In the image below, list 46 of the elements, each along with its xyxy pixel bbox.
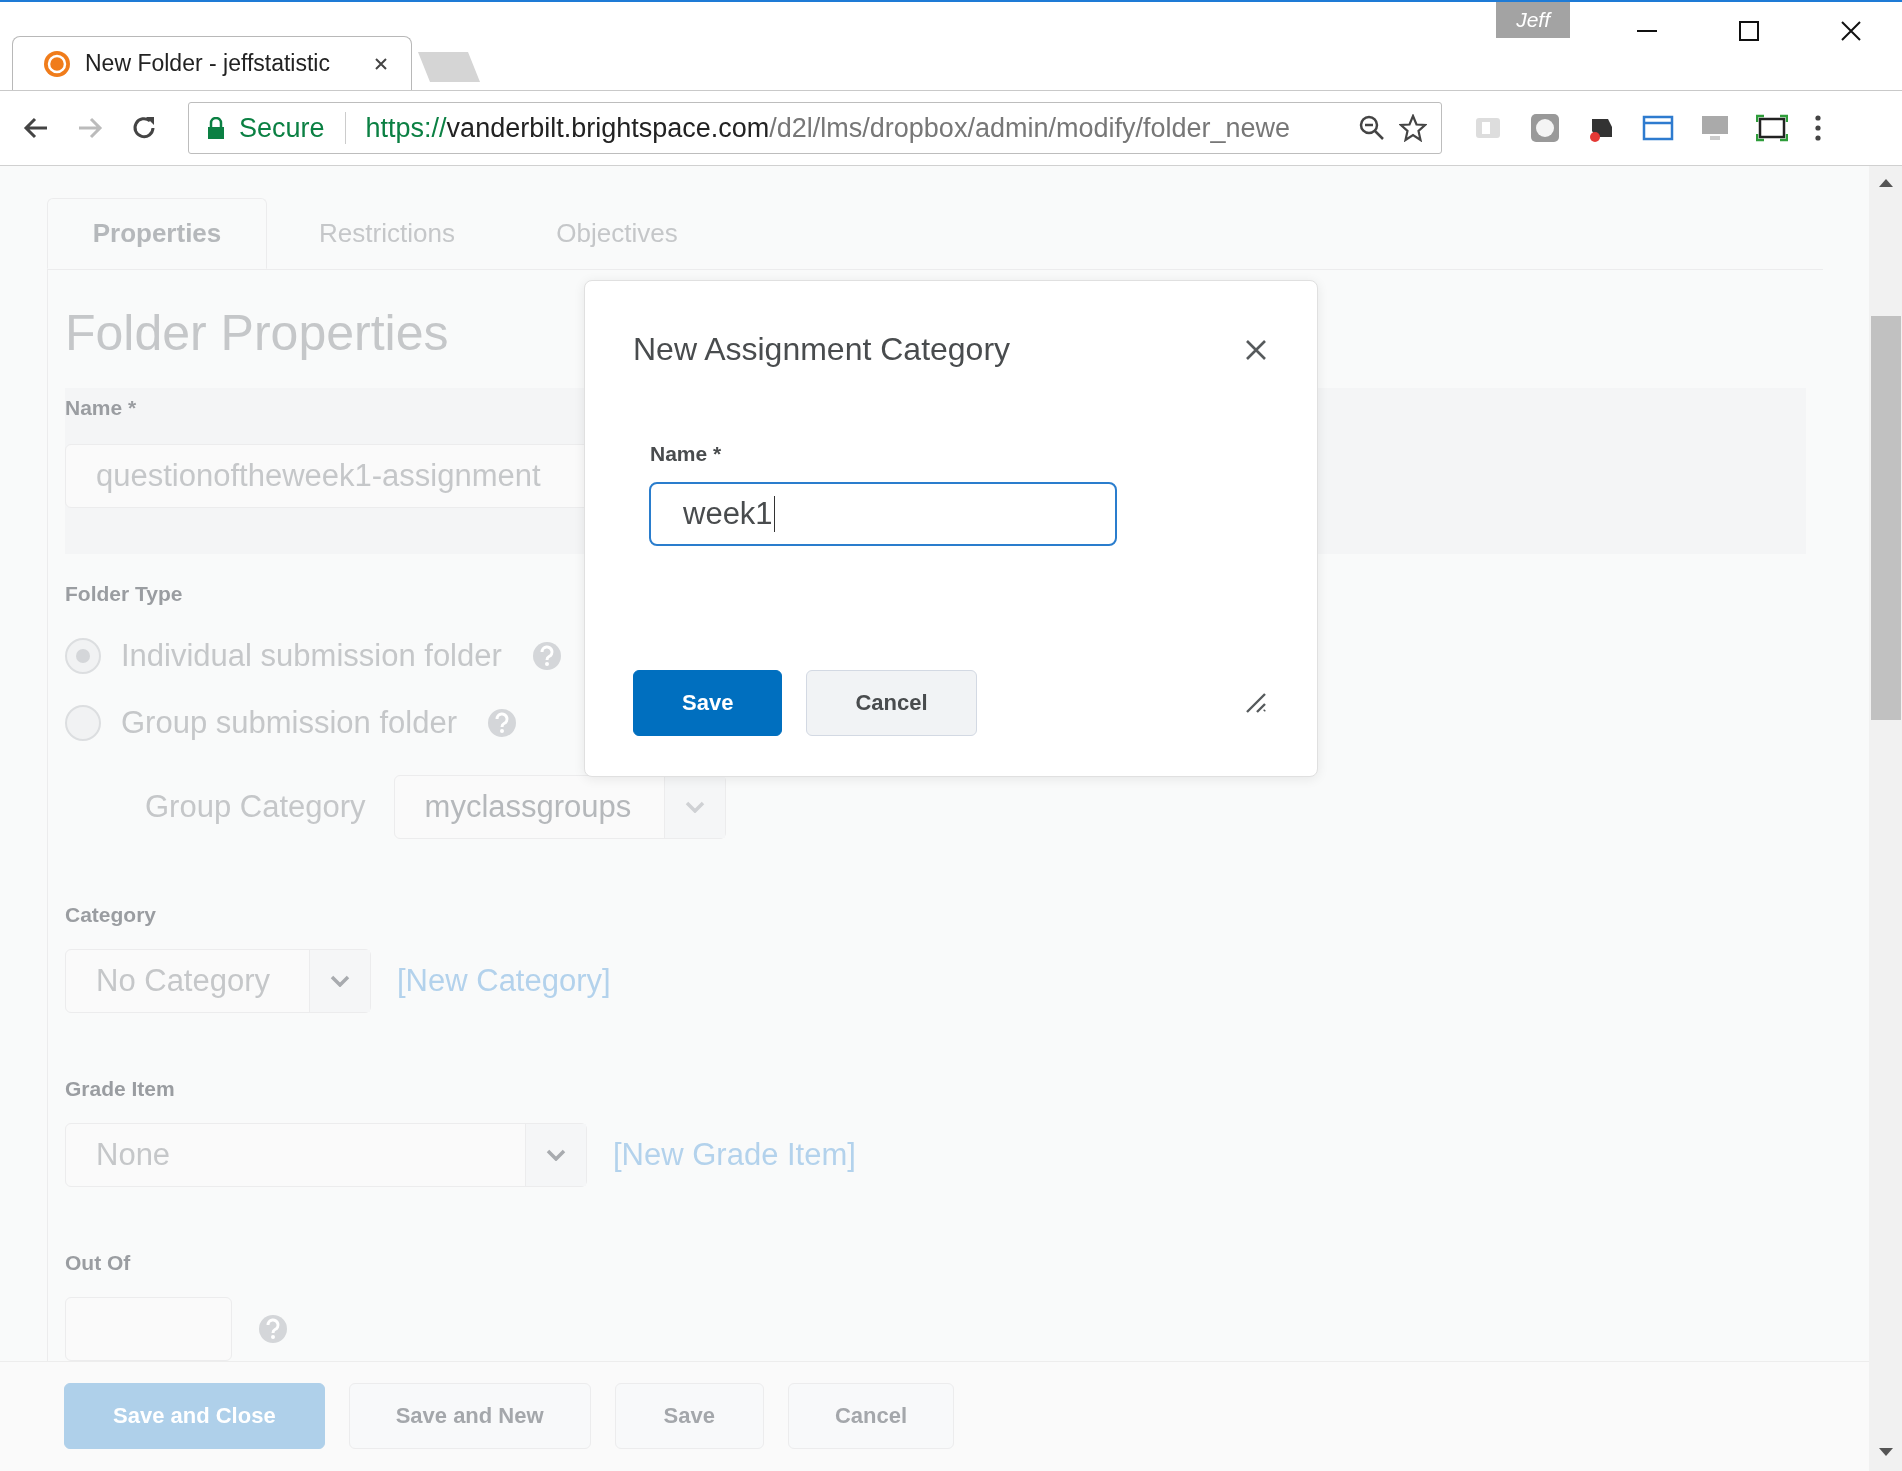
chevron-down-icon <box>546 1148 566 1161</box>
chevron-down-icon <box>330 974 350 987</box>
footer-button[interactable]: Save and Close <box>64 1383 325 1450</box>
scroll-thumb[interactable] <box>1870 316 1901 720</box>
screen-capture-icon[interactable] <box>1756 114 1788 142</box>
field-label: Folder Type <box>65 581 183 606</box>
scroll-down-icon[interactable] <box>1878 1447 1893 1457</box>
close-icon[interactable] <box>1840 20 1862 42</box>
footer-button[interactable]: Save <box>614 1383 764 1450</box>
url-text: https://vanderbilt.brightspace.com/d2l/lms/dropbox/admin/modify/folder_newe <box>365 112 1291 144</box>
new-grade-item-link[interactable]: [New Grade Item] <box>613 1136 856 1173</box>
brand-logo-icon <box>43 49 71 78</box>
dialog-title: New Assignment Category <box>633 331 1011 368</box>
close-icon[interactable] <box>373 55 389 72</box>
group-category-dropdown[interactable]: myclassgroups <box>393 774 726 839</box>
address-bar[interactable]: Secure https://vanderbilt.brightspace.com/d2l/lms/dropbox/admin/modify/folder_newe <box>188 102 1442 154</box>
chevron-down-icon <box>684 800 705 813</box>
profile-badge[interactable]: Jeff <box>1496 2 1570 38</box>
security-label: Secure <box>239 112 325 144</box>
browser-tab[interactable]: New Folder - jeffstatistic <box>12 36 412 90</box>
zoom-out-icon[interactable] <box>1359 115 1385 141</box>
footer-button[interactable]: Save and New <box>348 1383 591 1450</box>
extension-icon[interactable] <box>1530 113 1560 143</box>
menu-icon[interactable] <box>1814 115 1822 141</box>
close-icon[interactable] <box>1245 338 1267 361</box>
field-label: Out Of <box>65 1250 131 1275</box>
maximize-icon[interactable] <box>1738 20 1760 42</box>
field-label: Name * <box>65 395 138 420</box>
field-label: Category <box>65 902 157 927</box>
footer-button[interactable]: Cancel <box>788 1383 955 1450</box>
field-label: Grade Item <box>65 1076 175 1101</box>
tab-title: New Folder - jeffstatistic <box>85 50 331 77</box>
radio-button[interactable] <box>65 637 101 674</box>
name-input[interactable]: week1 <box>649 482 1117 546</box>
field-label: Name * <box>650 442 722 466</box>
radio-button[interactable] <box>65 704 101 741</box>
scroll-up-icon[interactable] <box>1878 178 1893 188</box>
window-icon[interactable] <box>1642 115 1674 141</box>
dialog-button[interactable]: Cancel <box>806 670 977 736</box>
new-category-link[interactable]: [New Category] <box>397 962 611 999</box>
star-icon[interactable] <box>1399 114 1427 142</box>
lock-icon <box>207 117 225 139</box>
resize-handle-icon[interactable] <box>1245 692 1267 714</box>
dialog-button[interactable]: Save <box>633 670 783 736</box>
tab[interactable]: Properties <box>47 198 267 269</box>
scrollbar[interactable] <box>1869 166 1902 1471</box>
